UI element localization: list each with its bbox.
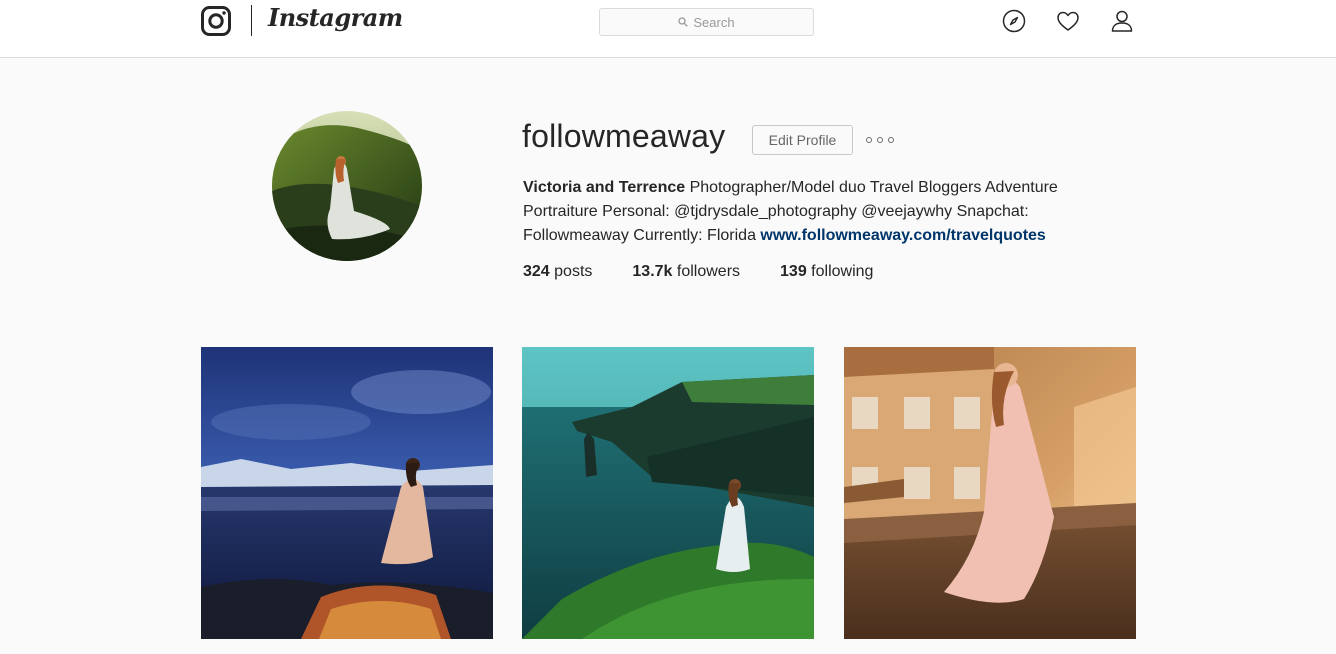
profile-avatar[interactable] xyxy=(272,111,422,261)
stat-posts[interactable]: 324 posts xyxy=(523,263,592,281)
instagram-wordmark[interactable]: Instagram xyxy=(268,3,403,32)
post-photo xyxy=(201,347,493,639)
dot xyxy=(866,137,872,143)
instagram-glyph-icon[interactable] xyxy=(201,6,231,36)
post-thumbnail[interactable] xyxy=(522,347,814,639)
person-icon[interactable] xyxy=(1110,9,1134,33)
profile-stats: 324 posts 13.7k followers 139 following xyxy=(523,263,913,281)
stat-count: 324 xyxy=(523,263,550,280)
stat-count: 139 xyxy=(780,263,807,280)
heart-icon[interactable] xyxy=(1056,9,1080,33)
search-input[interactable]: Search xyxy=(599,8,814,36)
compass-icon[interactable] xyxy=(1002,9,1026,33)
dot xyxy=(877,137,883,143)
bio-link[interactable]: www.followmeaway.com/travelquotes xyxy=(760,227,1045,244)
stat-label: posts xyxy=(549,263,593,280)
stat-followers[interactable]: 13.7k followers xyxy=(632,263,740,281)
bio-name: Victoria and Terrence xyxy=(523,179,686,196)
search-icon xyxy=(678,17,689,27)
top-navigation-bar: Instagram Search xyxy=(0,0,1336,58)
post-photo xyxy=(522,347,814,639)
dot xyxy=(888,137,894,143)
search-placeholder: Search xyxy=(693,14,735,30)
avatar-photo xyxy=(272,111,422,261)
stat-following[interactable]: 139 following xyxy=(780,263,873,281)
profile-bio: Victoria and Terrence Photographer/Model… xyxy=(523,176,1093,248)
edit-profile-button[interactable]: Edit Profile xyxy=(752,125,853,155)
logo-divider xyxy=(251,5,252,36)
stat-count: 13.7k xyxy=(632,263,673,280)
stat-label: following xyxy=(806,263,874,280)
post-thumbnail[interactable] xyxy=(844,347,1136,639)
post-photo xyxy=(844,347,1136,639)
stat-label: followers xyxy=(672,263,741,280)
more-options-icon[interactable] xyxy=(866,133,894,147)
post-thumbnail[interactable] xyxy=(201,347,493,639)
profile-username: followmeaway xyxy=(522,118,726,154)
